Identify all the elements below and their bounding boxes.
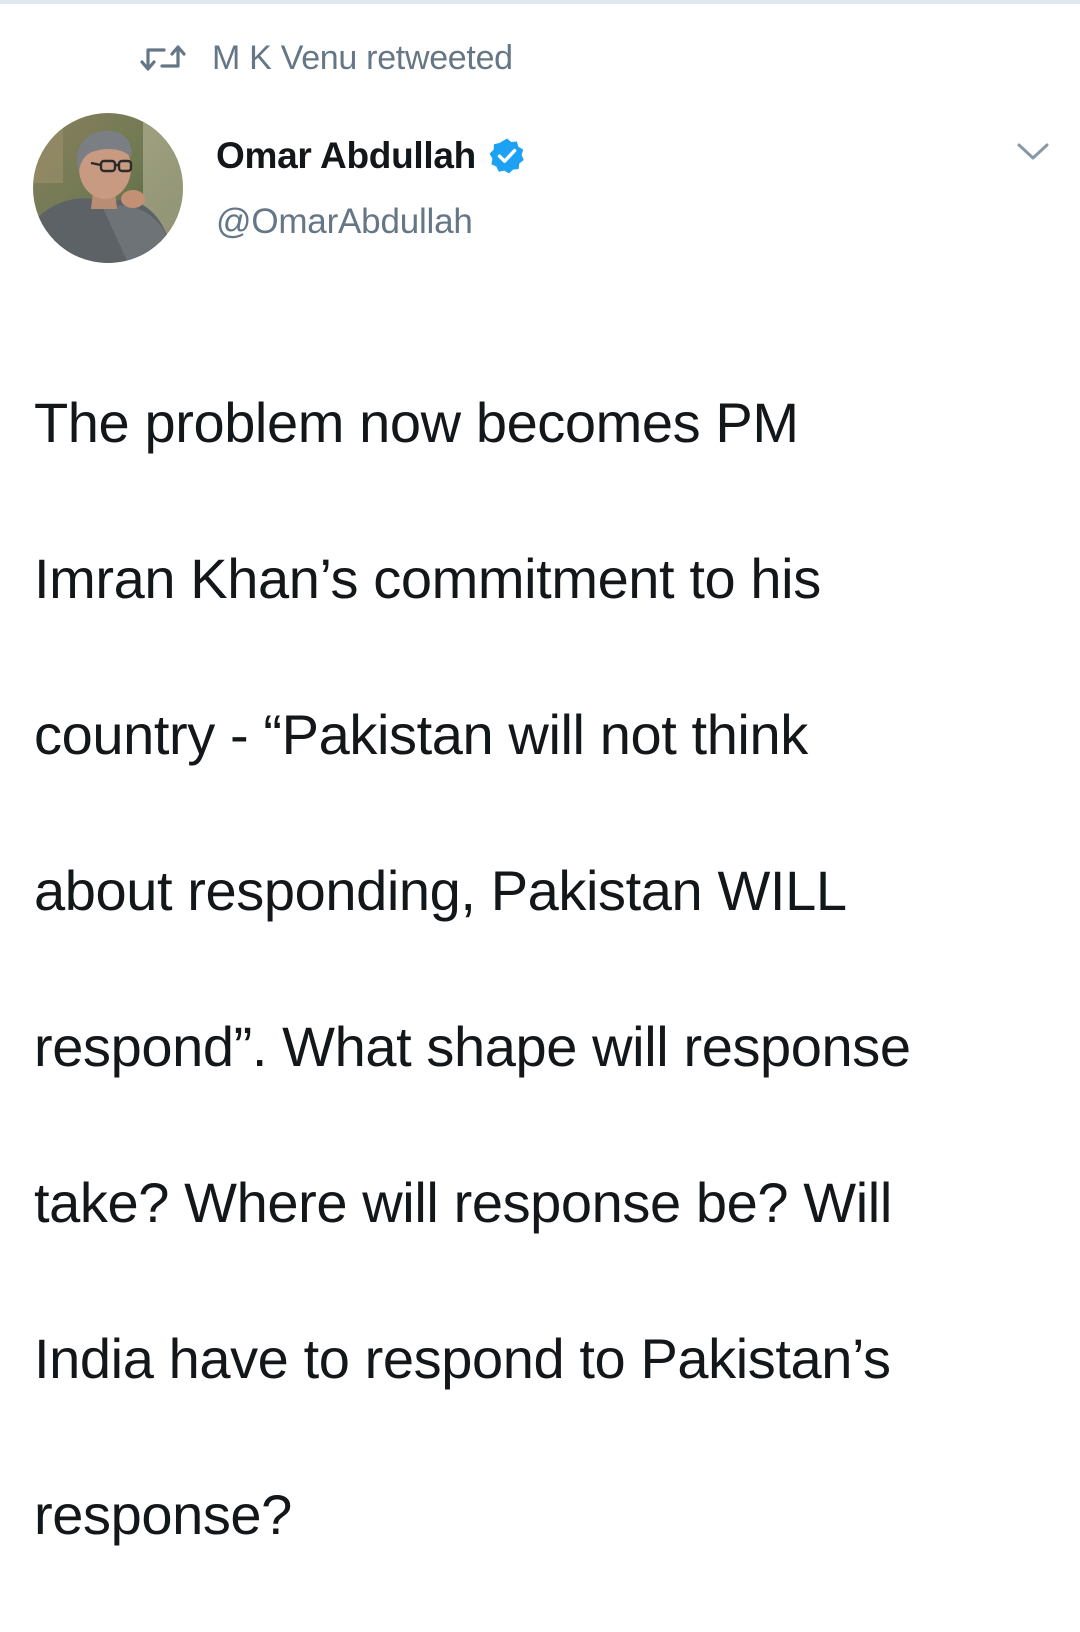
top-divider	[0, 0, 1080, 4]
tweet-text-line: take? Where will response be? Will	[34, 1171, 892, 1234]
tweet-text: The problem now becomes PM Imran Khan’s …	[34, 306, 1054, 1632]
chevron-down-icon	[1016, 142, 1050, 167]
tweet-menu-button[interactable]	[1012, 138, 1054, 170]
verified-badge-icon	[488, 137, 526, 175]
tweet-text-line: respond”. What shape will response	[34, 1015, 911, 1078]
tweet-text-line: about responding, Pakistan WILL	[34, 859, 847, 922]
tweet-text-line: The problem now becomes PM	[34, 391, 799, 454]
retweet-icon	[140, 42, 186, 74]
author-handle[interactable]: @OmarAbdullah	[216, 202, 473, 242]
tweet-text-line: response?	[34, 1483, 292, 1546]
tweet-text-line: Imran Khan’s commitment to his	[34, 547, 821, 610]
tweet-text-line: country - “Pakistan will not think	[34, 703, 808, 766]
author-name-row[interactable]: Omar Abdullah	[216, 130, 526, 182]
tweet-text-line: India have to respond to Pakistan’s	[34, 1327, 891, 1390]
retweet-label: M K Venu retweeted	[212, 38, 513, 77]
author-display-name[interactable]: Omar Abdullah	[216, 135, 476, 177]
avatar[interactable]	[33, 113, 183, 263]
retweet-context[interactable]: M K Venu retweeted	[140, 36, 513, 80]
